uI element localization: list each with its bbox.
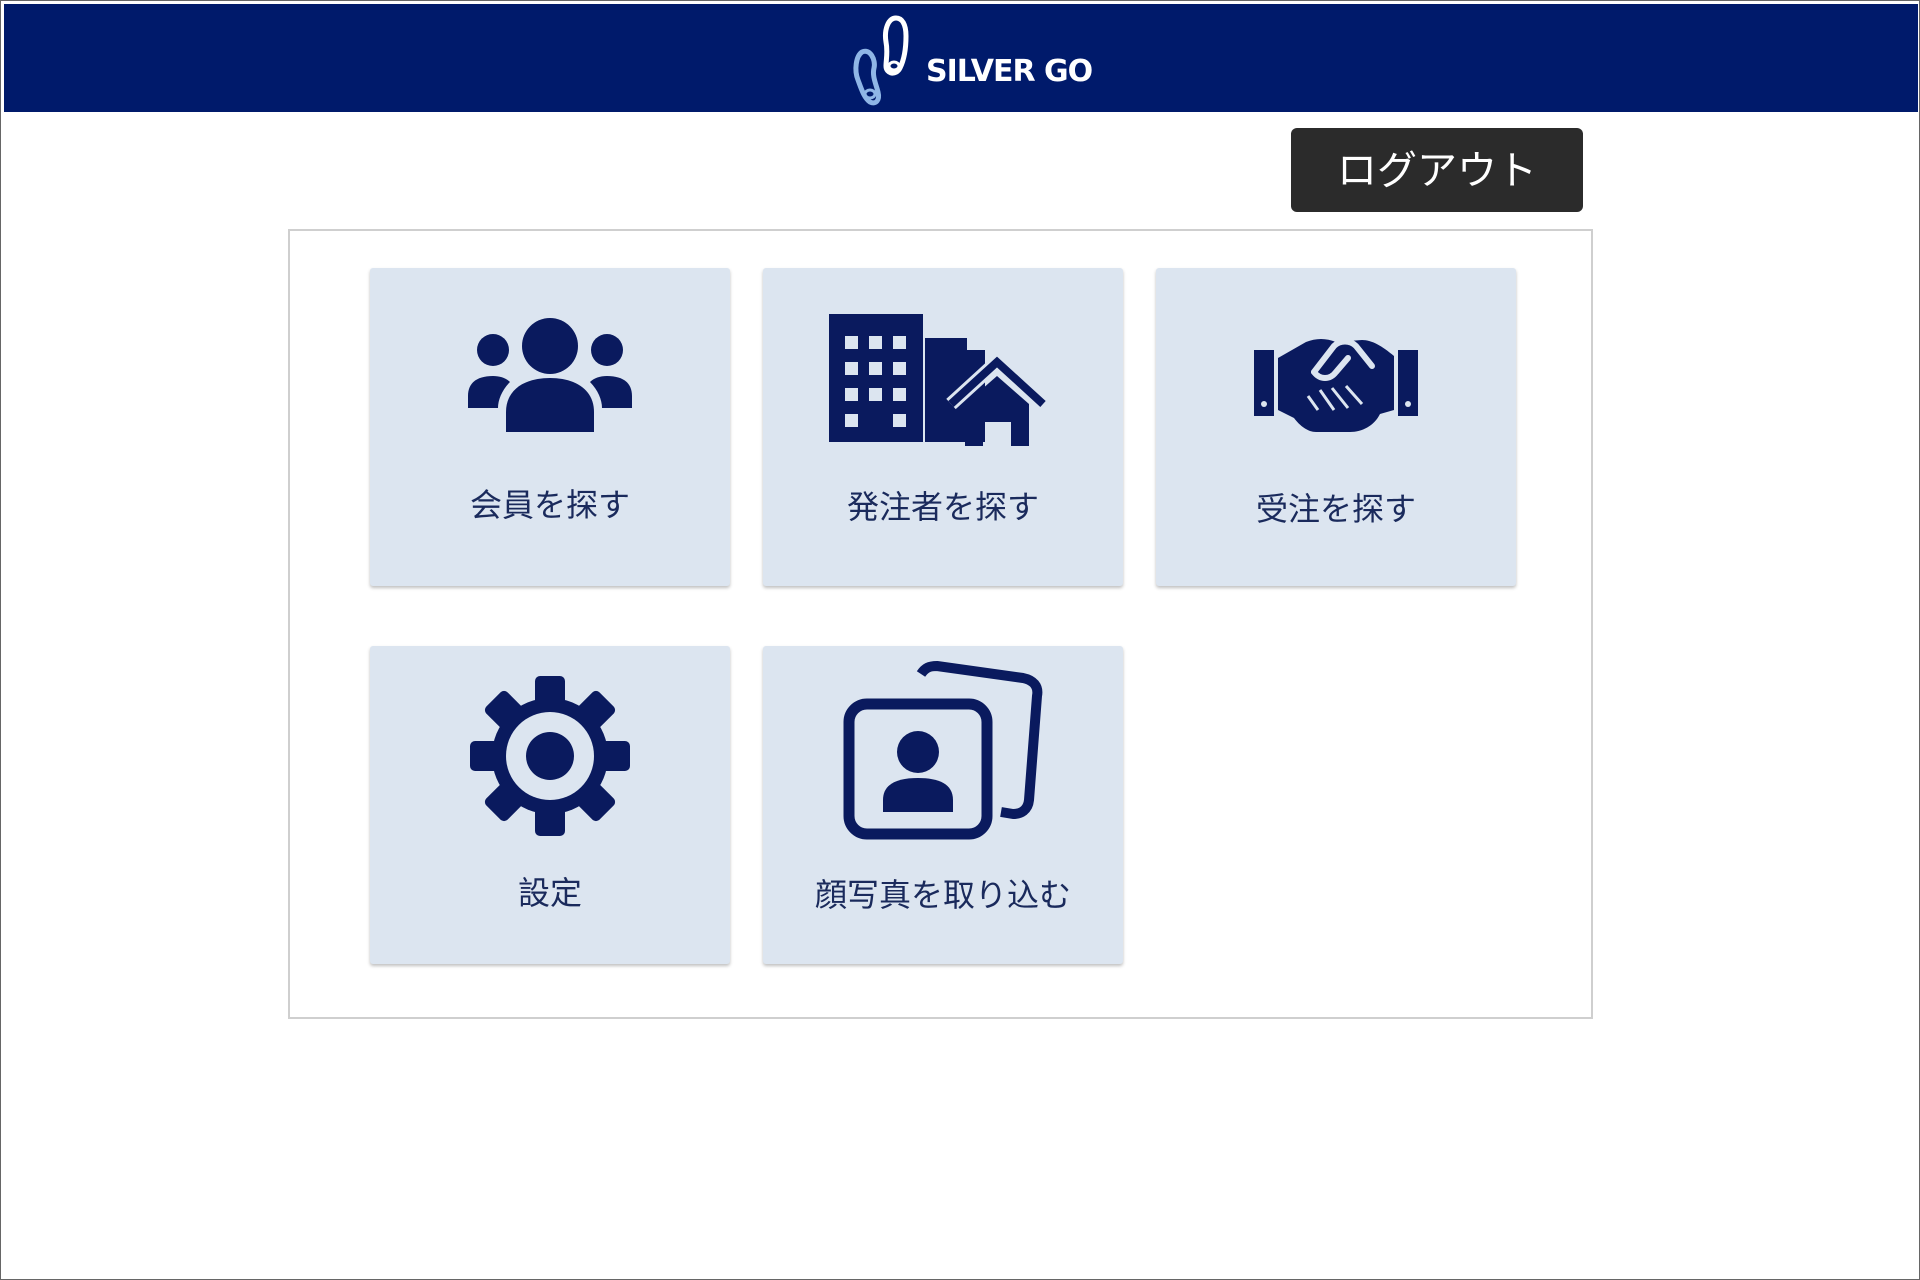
app-frame: SILVER GO ログアウト 会員を探す 発注者を探す 受注を探す 設定 顔写… — [0, 0, 1920, 1280]
users-icon — [370, 316, 730, 432]
menu-tile-search-clients[interactable]: 発注者を探す — [763, 268, 1123, 586]
footprint-logo-icon — [853, 15, 909, 106]
menu-tile-label: 顔写真を取り込む — [814, 876, 1071, 914]
menu-tile-label: 会員を探す — [469, 486, 630, 524]
menu-tile-label: 受注を探す — [1255, 490, 1416, 528]
menu-tile-settings[interactable]: 設定 — [370, 646, 730, 964]
menu-tile-label: 設定 — [517, 874, 582, 912]
app-header: SILVER GO — [4, 4, 1918, 112]
photo-import-icon — [763, 660, 1123, 840]
building-house-icon — [763, 314, 1123, 446]
logo-text: SILVER GO — [926, 54, 1093, 89]
menu-tile-search-members[interactable]: 会員を探す — [370, 268, 730, 586]
menu-tile-label: 発注者を探す — [846, 488, 1039, 526]
logout-button[interactable]: ログアウト — [1291, 128, 1583, 212]
menu-tile-search-orders[interactable]: 受注を探す — [1156, 268, 1516, 586]
gear-icon — [370, 674, 730, 838]
silver-go-logo: SILVER GO — [852, 14, 1093, 109]
handshake-icon — [1156, 336, 1516, 436]
menu-tile-import-photo[interactable]: 顔写真を取り込む — [763, 646, 1123, 964]
